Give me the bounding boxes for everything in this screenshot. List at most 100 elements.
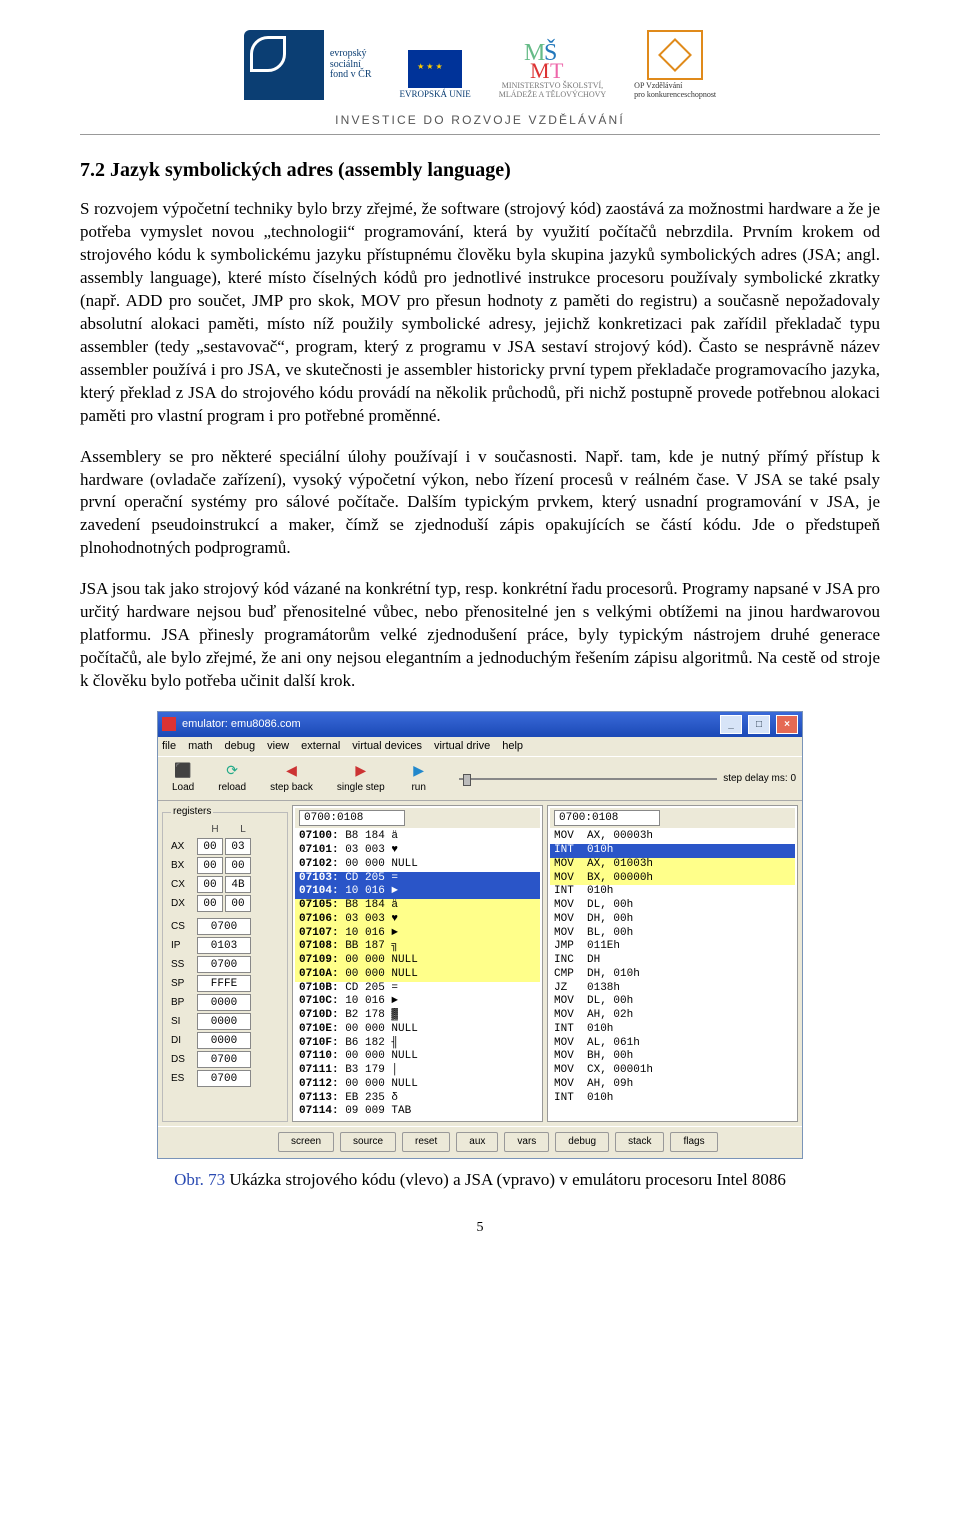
reg-DI[interactable] — [197, 1032, 251, 1049]
memory-row[interactable]: 07112: 00 000 NULL — [295, 1078, 540, 1092]
reg-DX-h[interactable] — [197, 895, 223, 912]
maximize-button[interactable]: □ — [748, 715, 770, 734]
reg-CX-h[interactable] — [197, 876, 223, 893]
reg-SS[interactable] — [197, 956, 251, 973]
vars-button[interactable]: vars — [504, 1132, 549, 1152]
memory-row[interactable]: 07113: EB 235 δ — [295, 1092, 540, 1106]
step-delay-slider[interactable]: step delay ms: 0 — [445, 772, 796, 786]
memory-row[interactable]: 0710C: 10 016 ► — [295, 995, 540, 1009]
asm-row[interactable]: JMP 011Eh — [550, 940, 795, 954]
source-button[interactable]: source — [340, 1132, 396, 1152]
memory-row[interactable]: 07100: B8 184 ä — [295, 830, 540, 844]
close-button[interactable]: × — [776, 715, 798, 734]
memory-row[interactable]: 0710A: 00 000 NULL — [295, 968, 540, 982]
reset-button[interactable]: reset — [402, 1132, 450, 1152]
reg-label-BX: BX — [171, 859, 197, 873]
emulator-titlebar[interactable]: emulator: emu8086.com _ □ × — [158, 712, 802, 737]
reg-DX-l[interactable] — [225, 895, 251, 912]
asm-row[interactable]: MOV BL, 00h — [550, 927, 795, 941]
reg-SI[interactable] — [197, 1013, 251, 1030]
menu-math[interactable]: math — [188, 739, 212, 754]
asm-row[interactable]: MOV CX, 00001h — [550, 1064, 795, 1078]
asm-row[interactable]: MOV DL, 00h — [550, 899, 795, 913]
reg-AX-h[interactable] — [197, 838, 223, 855]
menu-file[interactable]: file — [162, 739, 176, 754]
memory-row[interactable]: 07105: B8 184 ä — [295, 899, 540, 913]
reg-IP[interactable] — [197, 937, 251, 954]
reg-CS[interactable] — [197, 918, 251, 935]
reg-ES[interactable] — [197, 1070, 251, 1087]
memory-row[interactable]: 07104: 10 016 ► — [295, 885, 540, 899]
memory-address-input[interactable] — [299, 810, 405, 826]
memory-row[interactable]: 07109: 00 000 NULL — [295, 954, 540, 968]
asm-row[interactable]: INT 010h — [550, 1023, 795, 1037]
menu-external[interactable]: external — [301, 739, 340, 754]
reg-DS[interactable] — [197, 1051, 251, 1068]
asm-row[interactable]: JZ 0138h — [550, 982, 795, 996]
asm-row[interactable]: CMP DH, 010h — [550, 968, 795, 982]
asm-row[interactable]: INC DH — [550, 954, 795, 968]
svg-text:T: T — [550, 58, 564, 82]
tagline: INVESTICE DO ROZVOJE VZDĚLÁVÁNÍ — [80, 106, 880, 132]
asm-row[interactable]: MOV AH, 02h — [550, 1009, 795, 1023]
asm-row[interactable]: MOV AL, 061h — [550, 1037, 795, 1051]
app-icon — [162, 717, 176, 731]
reg-CX-l[interactable] — [225, 876, 251, 893]
memory-row[interactable]: 0710E: 00 000 NULL — [295, 1023, 540, 1037]
menu-virtual-devices[interactable]: virtual devices — [352, 739, 422, 754]
asm-row[interactable]: INT 010h — [550, 1092, 795, 1106]
asm-row[interactable]: MOV AH, 09h — [550, 1078, 795, 1092]
memory-row[interactable]: 07106: 03 003 ♥ — [295, 913, 540, 927]
memory-row[interactable]: 07107: 10 016 ► — [295, 927, 540, 941]
memory-row[interactable]: 07102: 00 000 NULL — [295, 858, 540, 872]
msmt-logo: MŠMT MINISTERSTVO ŠKOLSTVÍ, MLÁDEŽE A TĚ… — [499, 34, 606, 100]
reg-BX-h[interactable] — [197, 857, 223, 874]
menu-virtual-drive[interactable]: virtual drive — [434, 739, 490, 754]
asm-row[interactable]: MOV BX, 00000h — [550, 872, 795, 886]
reg-BX-l[interactable] — [225, 857, 251, 874]
asm-address-input[interactable] — [554, 810, 660, 826]
disassembly-panel: MOV AX, 00003hINT 010hMOV AX, 01003hMOV … — [547, 805, 798, 1122]
reg-SP[interactable] — [197, 975, 251, 992]
asm-row[interactable]: INT 010h — [550, 885, 795, 899]
asm-row[interactable]: MOV AX, 00003h — [550, 830, 795, 844]
asm-row[interactable]: MOV DL, 00h — [550, 995, 795, 1009]
figure-label: Obr. 73 — [174, 1170, 225, 1189]
menu-debug[interactable]: debug — [225, 739, 256, 754]
reg-BP[interactable] — [197, 994, 251, 1011]
reg-AX-l[interactable] — [225, 838, 251, 855]
screen-button[interactable]: screen — [278, 1132, 334, 1152]
Load-button[interactable]: ⬛Load — [164, 761, 202, 797]
memory-row[interactable]: 07110: 00 000 NULL — [295, 1050, 540, 1064]
asm-row[interactable]: MOV AX, 01003h — [550, 858, 795, 872]
memory-row[interactable]: 07111: B3 179 │ — [295, 1064, 540, 1078]
run-button[interactable]: ▶run — [401, 761, 437, 797]
memory-panel: 07100: B8 184 ä07101: 03 003 ♥07102: 00 … — [292, 805, 543, 1122]
memory-row[interactable]: 07114: 09 009 TAB — [295, 1105, 540, 1119]
asm-row[interactable]: INT 010h — [550, 844, 795, 858]
reg-label-IP: IP — [171, 939, 197, 953]
flags-button[interactable]: flags — [670, 1132, 717, 1152]
menu-help[interactable]: help — [502, 739, 523, 754]
memory-row[interactable]: 0710D: B2 178 ▓ — [295, 1009, 540, 1023]
esf-logo: evropský sociální fond v ČR — [244, 30, 372, 100]
memory-row[interactable]: 0710F: B6 182 ╢ — [295, 1037, 540, 1051]
asm-row[interactable]: MOV BH, 00h — [550, 1050, 795, 1064]
aux-button[interactable]: aux — [456, 1132, 498, 1152]
reload-button[interactable]: ⟳reload — [210, 761, 254, 797]
minimize-button[interactable]: _ — [720, 715, 742, 734]
asm-row[interactable]: MOV DH, 00h — [550, 913, 795, 927]
stack-button[interactable]: stack — [615, 1132, 664, 1152]
reg-label-DX: DX — [171, 897, 197, 911]
menu-view[interactable]: view — [267, 739, 289, 754]
debug-button[interactable]: debug — [555, 1132, 609, 1152]
single-step-button[interactable]: ▶single step — [329, 761, 393, 797]
registers-panel: registers HL AXBXCXDX CSIPSSSPBPSIDIDSES — [162, 805, 288, 1122]
toolbar: ⬛Load⟳reload◀step back▶single step▶run s… — [158, 756, 802, 802]
memory-row[interactable]: 0710B: CD 205 = — [295, 982, 540, 996]
memory-row[interactable]: 07108: BB 187 ╗ — [295, 940, 540, 954]
reg-label-SP: SP — [171, 977, 197, 991]
step-back-button[interactable]: ◀step back — [262, 761, 321, 797]
memory-row[interactable]: 07103: CD 205 = — [295, 872, 540, 886]
memory-row[interactable]: 07101: 03 003 ♥ — [295, 844, 540, 858]
